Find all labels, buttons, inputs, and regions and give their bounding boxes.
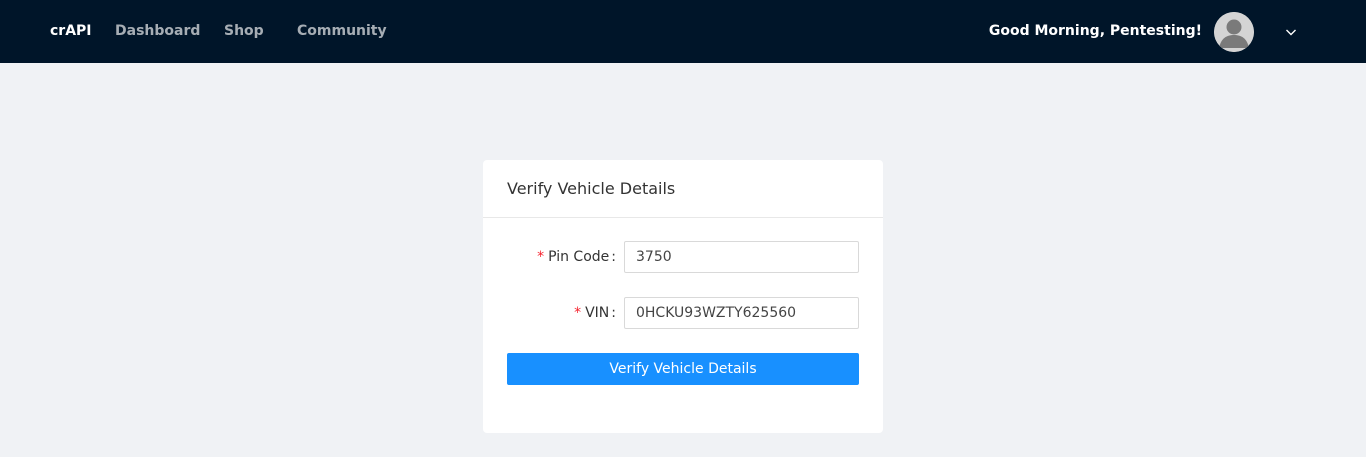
nav-shop[interactable]: Shop — [224, 0, 264, 63]
pin-code-input[interactable] — [624, 241, 859, 273]
brand-logo[interactable]: crAPI — [50, 0, 92, 63]
label-colon: : — [611, 305, 616, 321]
card-title: Verify Vehicle Details — [507, 179, 676, 198]
nav-community[interactable]: Community — [297, 0, 387, 63]
card-header: Verify Vehicle Details — [483, 160, 883, 218]
vin-input[interactable] — [624, 297, 859, 329]
greeting-text: Good Morning, Pentesting! — [988, 23, 1202, 39]
label-colon: : — [611, 249, 616, 265]
required-mark: * — [537, 249, 545, 265]
required-mark: * — [574, 305, 582, 321]
pin-code-row: * Pin Code: — [483, 241, 883, 273]
verify-vehicle-button[interactable]: Verify Vehicle Details — [507, 353, 859, 385]
vin-label: * VIN: — [574, 305, 616, 321]
user-avatar-icon[interactable] — [1214, 12, 1254, 52]
vin-row: * VIN: — [483, 297, 883, 329]
verify-vehicle-card: Verify Vehicle Details *Pin Code: *VIN: … — [483, 160, 883, 433]
chevron-down-icon[interactable] — [1284, 24, 1298, 38]
top-navbar: crAPI Dashboard Shop Community Good Morn… — [0, 0, 1366, 63]
nav-dashboard[interactable]: Dashboard — [115, 0, 200, 63]
pin-code-label: * Pin Code: — [537, 249, 616, 265]
